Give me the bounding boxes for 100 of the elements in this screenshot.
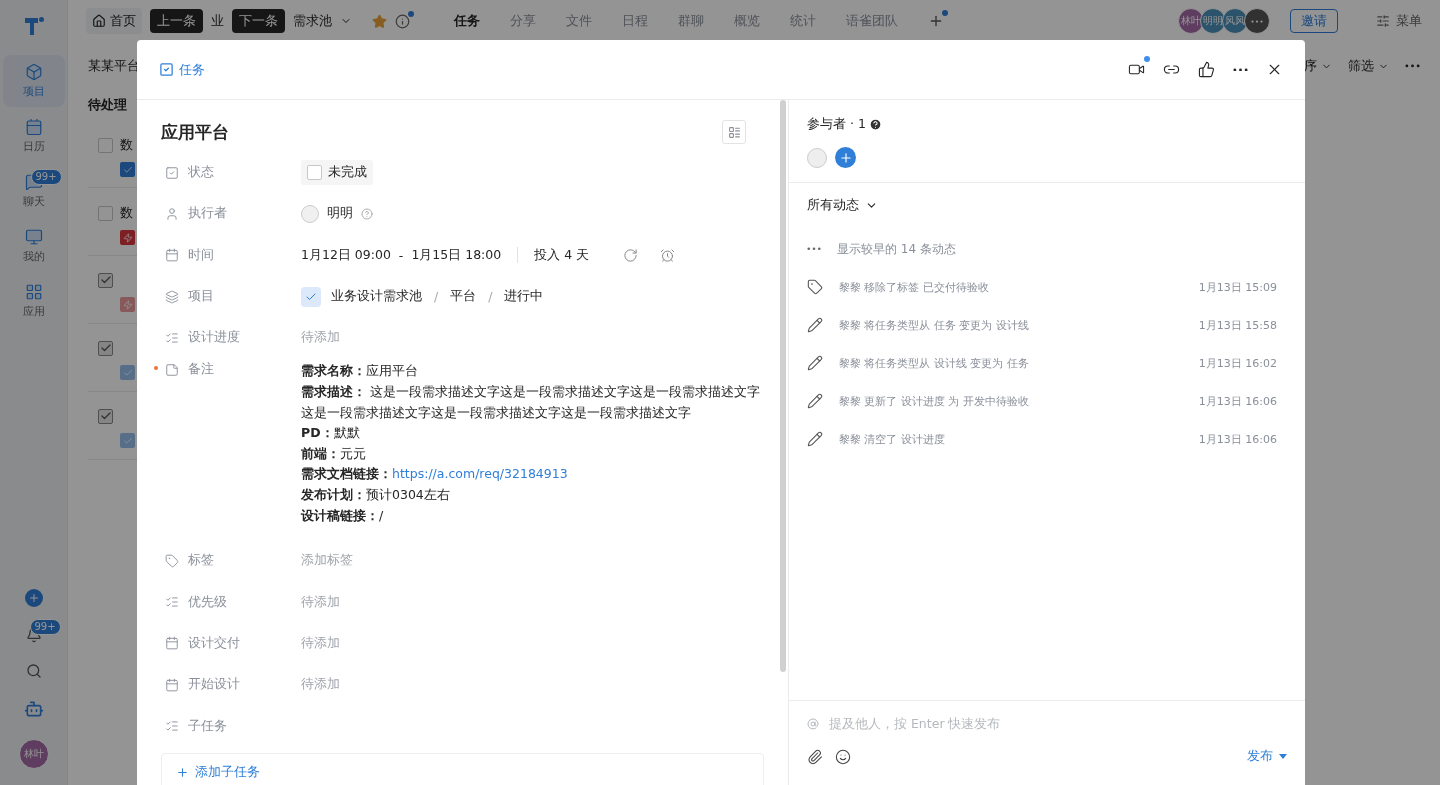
emoji-icon [835, 748, 851, 765]
layers-icon [165, 289, 179, 304]
status-button[interactable]: 未完成 [301, 160, 373, 186]
more-members-avatar[interactable] [1244, 8, 1270, 34]
effort-text[interactable]: 投入 4 天 [534, 246, 590, 264]
note-line: PD：默默 [301, 424, 361, 443]
tab[interactable]: 群聊 [678, 12, 704, 30]
project-title: 某某平台 [88, 57, 140, 75]
activity-text: 黎黎 清空了 设计进度 [839, 431, 945, 447]
layout-toggle-button[interactable] [722, 120, 746, 144]
nav-label: 应用 [22, 304, 45, 319]
field-label: 设计交付 [188, 634, 240, 652]
add-tab-icon[interactable] [928, 13, 944, 29]
add-subtask-button[interactable]: 添加子任务 [161, 752, 764, 785]
field-label: 备注 [188, 361, 214, 379]
plus-icon [176, 766, 189, 780]
empty-value[interactable]: 待添加 [301, 329, 764, 347]
invite-button[interactable]: 邀请 [1290, 9, 1338, 33]
task-checkbox[interactable] [98, 272, 113, 288]
cube-icon [24, 63, 43, 81]
member-avatar[interactable]: 风风 [1222, 8, 1248, 34]
task-checkbox[interactable] [98, 137, 113, 153]
user-avatar[interactable]: 林叶 [18, 739, 49, 769]
task-checkbox[interactable] [98, 340, 113, 356]
section-heading: 待处理 [87, 96, 128, 114]
project-path-item[interactable]: 业务设计需求池 [331, 288, 422, 306]
paperclip-icon [807, 748, 823, 765]
help-icon[interactable] [868, 118, 882, 131]
nav-label: 日历 [22, 139, 45, 154]
nav-item[interactable]: 项目 [2, 55, 65, 107]
tab[interactable]: 日程 [622, 12, 648, 30]
field-label: 项目 [188, 288, 214, 306]
menu-button[interactable]: 菜单 [1376, 12, 1422, 30]
task-title[interactable]: 应用平台 [161, 120, 229, 144]
more-icon [807, 247, 821, 251]
breadcrumb-text[interactable]: 需求池 [293, 12, 332, 30]
home-button[interactable]: 首页 [86, 8, 142, 34]
empty-value[interactable]: 待添加 [301, 634, 764, 652]
sort-button[interactable]: 序 [1304, 57, 1332, 75]
path-separator: / [488, 289, 493, 305]
search-icon[interactable] [25, 663, 42, 679]
more-icon[interactable] [1233, 67, 1248, 72]
empty-value[interactable]: 待添加 [301, 676, 764, 694]
add-participant-button[interactable] [835, 147, 856, 168]
more-icon[interactable] [1405, 64, 1420, 68]
field-label: 状态 [188, 164, 214, 182]
nav-item[interactable]: 聊天 99+ [2, 165, 65, 217]
tab[interactable]: 文件 [566, 12, 592, 30]
start-time[interactable]: 1月12日 09:00 [301, 246, 391, 264]
activity-filter[interactable]: 所有动态 [807, 197, 878, 214]
end-time[interactable]: 1月15日 18:00 [411, 246, 502, 264]
more-icon [1251, 19, 1263, 23]
nav-item[interactable]: 应用 [2, 275, 65, 327]
empty-value[interactable]: 添加标签 [301, 552, 764, 570]
empty-value[interactable]: 待添加 [301, 593, 764, 611]
count-badge: 99+ [30, 169, 62, 185]
scrollbar[interactable] [780, 100, 786, 672]
tab[interactable]: 统计 [790, 12, 816, 30]
plus-icon [27, 592, 40, 604]
status-checkbox[interactable] [307, 165, 322, 181]
info-icon[interactable] [395, 13, 410, 29]
breadcrumb-text[interactable]: 业 [211, 12, 224, 30]
task-checkbox[interactable] [98, 408, 113, 424]
nav-item[interactable]: 我的 [2, 220, 65, 272]
activity-text: 黎黎 更新了 设计进度 为 开发中待验收 [839, 393, 1029, 409]
field-label: 子任务 [188, 717, 227, 735]
add-button[interactable] [24, 589, 43, 607]
calendar-icon [165, 677, 179, 692]
nav-label: 聊天 [22, 194, 45, 209]
tab[interactable]: 分享 [510, 12, 536, 30]
tooltip: 下一条 [232, 9, 285, 33]
task-type-label[interactable]: 任务 [159, 60, 205, 79]
nav-item[interactable]: 日历 [2, 110, 65, 162]
count-badge: 99+ [29, 619, 61, 635]
task-checkbox[interactable] [98, 205, 113, 221]
activity-time: 1月13日 16:02 [1198, 355, 1277, 371]
tab[interactable]: 任务 [454, 12, 480, 30]
pencil-icon [807, 317, 823, 333]
activity-time: 1月13日 15:09 [1198, 279, 1277, 295]
filter-button[interactable]: 筛选 [1348, 57, 1389, 75]
publish-button[interactable]: 发布 [1247, 748, 1287, 765]
member-avatar[interactable]: 明明 [1200, 8, 1226, 34]
link[interactable]: https://a.com/req/32184913 [392, 466, 568, 482]
tab[interactable]: 概览 [734, 12, 760, 30]
project-path-item[interactable]: 平台 [450, 288, 477, 306]
assignee-name[interactable]: 明明 [327, 205, 353, 223]
project-path-item[interactable]: 进行中 [504, 288, 544, 306]
caret-icon[interactable] [1279, 754, 1287, 759]
robot-icon[interactable] [23, 699, 44, 719]
nav-label: 项目 [22, 84, 45, 99]
grid-icon [24, 283, 43, 301]
pencil-icon [807, 431, 823, 447]
activity-text: 黎黎 移除了标签 已交付待验收 [839, 279, 989, 295]
calendar-icon [165, 248, 179, 263]
show-earlier-button[interactable]: 显示较早的 14 条动态 [807, 230, 1287, 268]
task-icon [120, 162, 135, 177]
member-avatar[interactable]: 林叶 [1178, 8, 1204, 34]
tab[interactable]: 语雀团队 [846, 12, 898, 30]
note-line: 设计稿链接：/ [301, 506, 385, 525]
star-icon[interactable] [372, 13, 387, 29]
